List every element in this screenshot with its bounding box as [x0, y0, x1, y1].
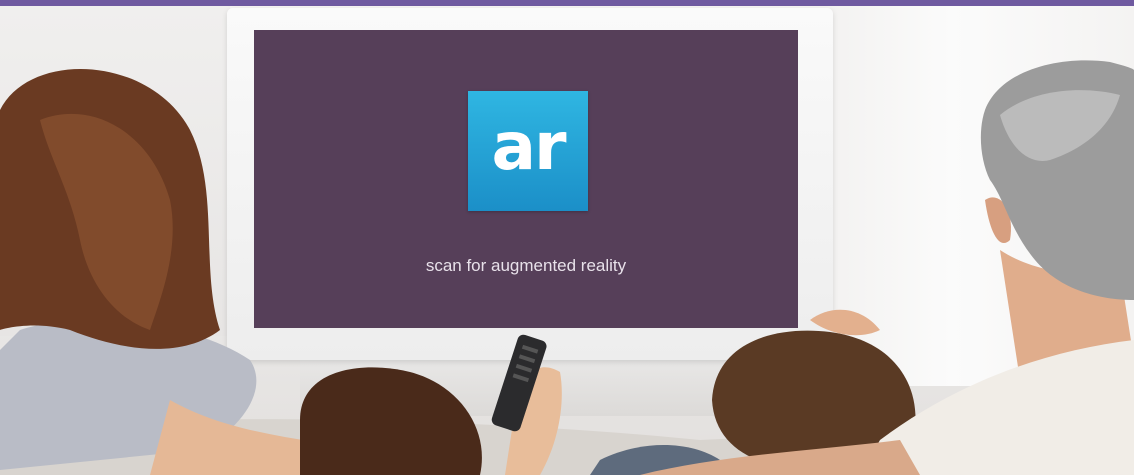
girl-hair: [300, 367, 482, 475]
photo-scene: ar scan for augmented reality: [0, 0, 1134, 475]
family-on-couch: [0, 60, 1134, 475]
